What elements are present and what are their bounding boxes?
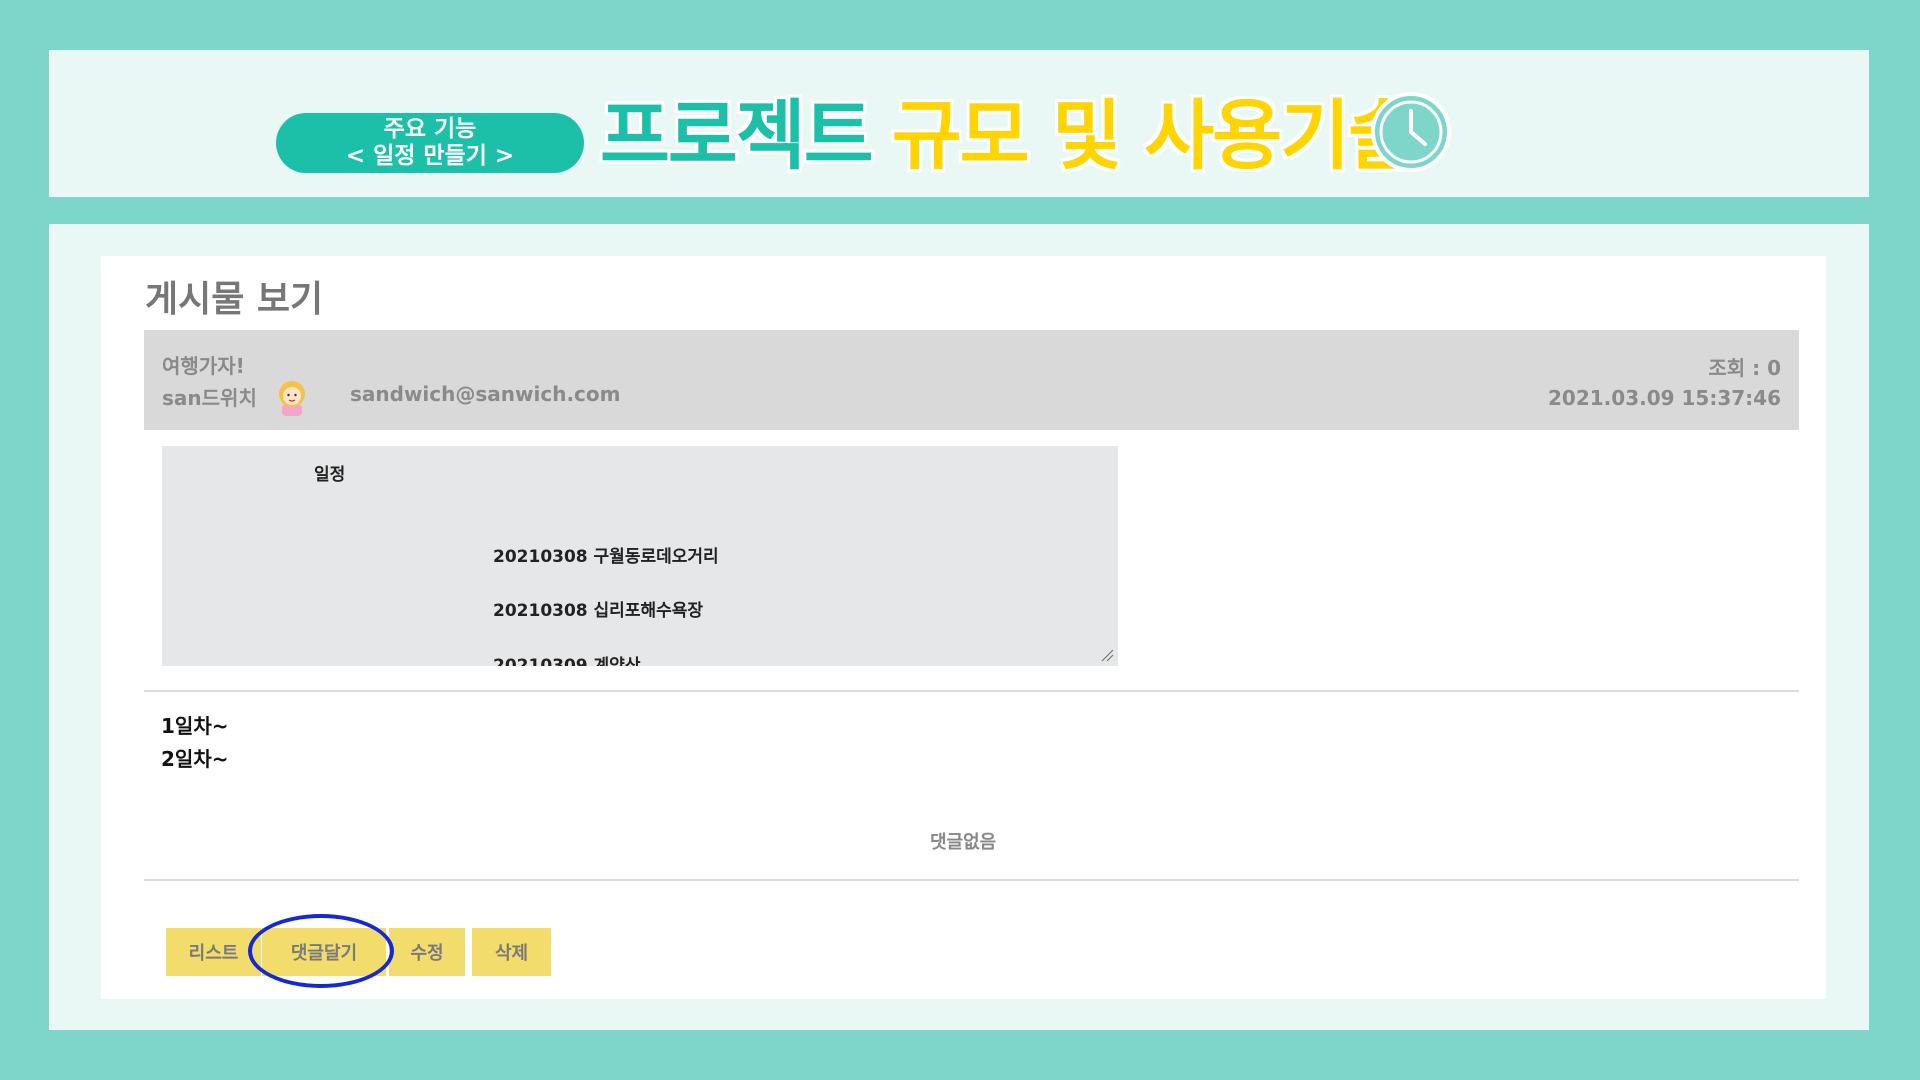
- list-button[interactable]: 리스트: [166, 928, 261, 976]
- post-body-line: 2일차~: [161, 747, 229, 771]
- banner-headline: 프로젝트 규모 및 사용기술: [600, 84, 1418, 180]
- schedule-textarea[interactable]: 일정 20210308 구월동로데오거리 20210308 십리포해수욕장 20…: [162, 446, 1118, 666]
- pill-line-2: < 일정 만들기 >: [345, 143, 515, 169]
- pill-line-1: 주요 기능: [383, 116, 477, 142]
- headline-green: 프로젝트: [600, 91, 874, 180]
- divider: [144, 690, 1799, 692]
- clock-icon: [1371, 92, 1451, 172]
- resize-handle-icon[interactable]: [1100, 648, 1114, 662]
- schedule-title: 일정: [314, 465, 346, 485]
- schedule-item: 20210308 십리포해수욕장: [493, 601, 704, 621]
- delete-button[interactable]: 삭제: [472, 928, 551, 976]
- post-author: san드위치: [162, 386, 257, 410]
- post-category: 여행가자!: [162, 354, 245, 378]
- avatar-icon: [279, 381, 305, 416]
- divider: [144, 879, 1799, 881]
- add-comment-button[interactable]: 댓글달기: [262, 928, 386, 976]
- headline-yellow: 규모 및 사용기술: [891, 91, 1418, 180]
- post-date: 2021.03.09 15:37:46: [1548, 386, 1781, 410]
- schedule-item: 20210309 계양산: [493, 656, 641, 666]
- edit-button[interactable]: 수정: [389, 928, 465, 976]
- post-author-email[interactable]: sandwich@sanwich.com: [350, 382, 620, 406]
- post-info-bar: 여행가자! san드위치 sandwich@sanwich.com 조회 : 0…: [144, 330, 1799, 430]
- post-body-line: 1일차~: [161, 714, 229, 738]
- post-body: 1일차~ 2일차~: [161, 710, 228, 776]
- page-title: 게시물 보기: [145, 279, 324, 320]
- schedule-item: 20210308 구월동로데오거리: [493, 547, 719, 567]
- view-count: 조회 : 0: [1708, 356, 1781, 380]
- no-comments-text: 댓글없음: [930, 832, 997, 853]
- feature-pill: 주요 기능 < 일정 만들기 >: [276, 113, 584, 173]
